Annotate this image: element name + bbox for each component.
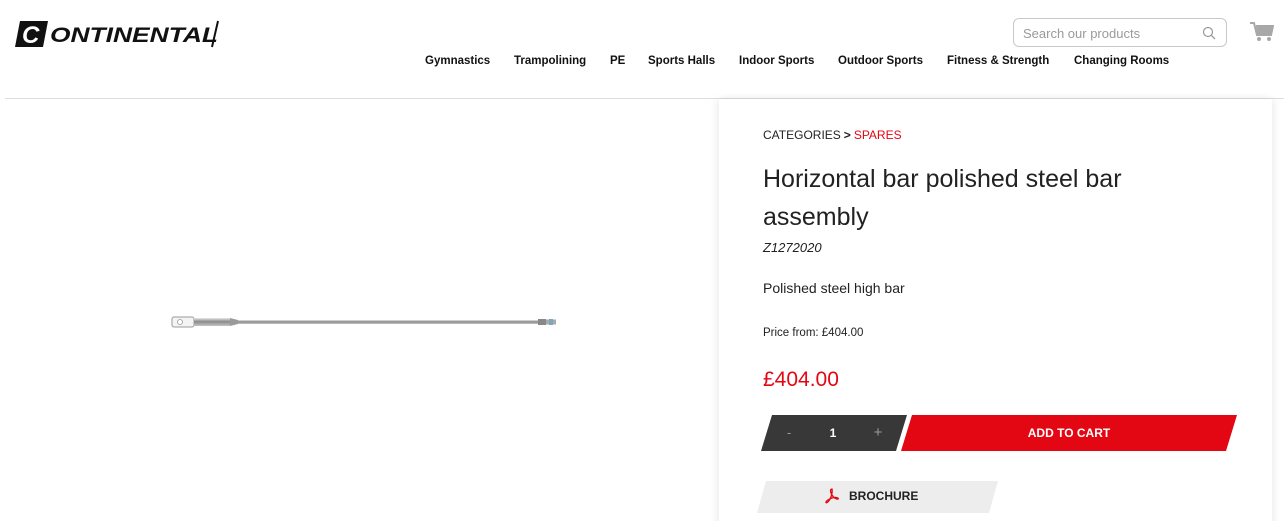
product-description: Polished steel high bar xyxy=(763,280,905,296)
nav-item-outdoor-sports[interactable]: Outdoor Sports xyxy=(838,55,923,67)
breadcrumb-categories[interactable]: CATEGORIES xyxy=(763,128,841,142)
main-nav: Gymnastics Trampolining PE Sports Halls … xyxy=(0,55,1284,71)
quantity-increase-button[interactable]: + xyxy=(870,424,886,442)
nav-item-sports-halls[interactable]: Sports Halls xyxy=(648,55,715,67)
pdf-icon xyxy=(825,488,839,504)
search-box xyxy=(1013,18,1227,47)
product-sku: Z1272020 xyxy=(763,240,822,255)
cart-icon[interactable] xyxy=(1250,22,1274,42)
search-input[interactable] xyxy=(1023,22,1201,44)
nav-item-changing-rooms[interactable]: Changing Rooms xyxy=(1074,55,1169,67)
add-to-cart-button[interactable]: ADD TO CART xyxy=(901,415,1237,451)
svg-text:ONTINENTAL: ONTINENTAL xyxy=(50,24,218,47)
brand-logo[interactable]: C ONTINENTAL xyxy=(14,20,222,48)
continental-logo-icon: C ONTINENTAL xyxy=(15,20,219,48)
nav-item-fitness-strength[interactable]: Fitness & Strength xyxy=(947,55,1049,67)
nav-item-indoor-sports[interactable]: Indoor Sports xyxy=(739,55,814,67)
product-title: Horizontal bar polished steel bar assemb… xyxy=(763,165,1122,231)
nav-item-pe[interactable]: PE xyxy=(610,55,625,67)
svg-text:C: C xyxy=(22,22,40,48)
breadcrumb-separator: > xyxy=(843,128,851,142)
quantity-value[interactable]: 1 xyxy=(822,424,844,442)
price-from-text: Price from: £404.00 xyxy=(763,327,864,339)
product-image[interactable] xyxy=(168,313,560,333)
brochure-button[interactable]: BROCHURE xyxy=(757,481,998,513)
product-price: £404.00 xyxy=(763,368,839,391)
quantity-decrease-button[interactable]: - xyxy=(782,424,796,442)
search-icon[interactable] xyxy=(1202,26,1216,40)
nav-item-trampolining[interactable]: Trampolining xyxy=(514,55,586,67)
add-to-cart-label: ADD TO CART xyxy=(1027,426,1111,440)
nav-item-gymnastics[interactable]: Gymnastics xyxy=(425,55,490,67)
breadcrumb-spares[interactable]: SPARES xyxy=(854,128,902,142)
breadcrumb: CATEGORIES > SPARES xyxy=(763,128,902,142)
brochure-label: BROCHURE xyxy=(849,489,919,503)
